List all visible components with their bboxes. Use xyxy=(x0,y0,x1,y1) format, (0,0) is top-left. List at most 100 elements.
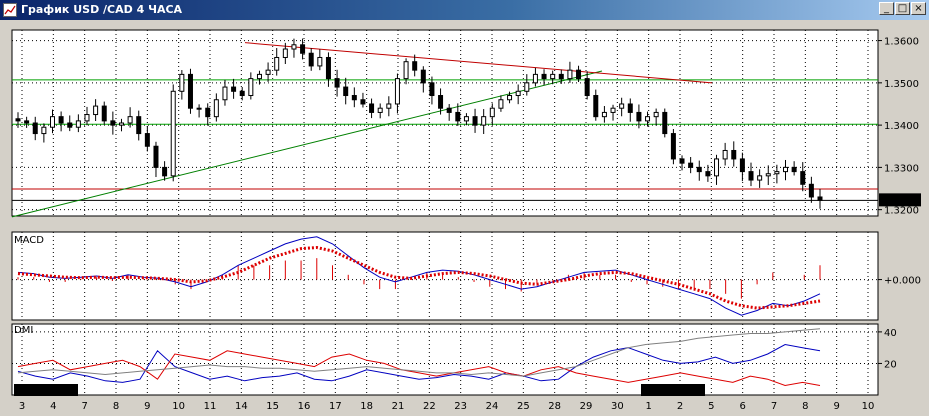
window-title-bar: График USD /CAD 4 ЧАСА _ □ × xyxy=(0,0,929,20)
y-axis-tick-label: 1.3500 xyxy=(884,79,919,90)
month-label: Дек 2016 xyxy=(645,386,694,397)
candle-body xyxy=(101,105,107,122)
candle-body xyxy=(248,78,254,97)
x-axis-tick-label: 2 xyxy=(677,401,683,412)
x-axis-tick-label: 24 xyxy=(486,401,499,412)
x-axis-tick-label: 25 xyxy=(517,401,530,412)
x-axis-tick-label: 22 xyxy=(423,401,436,412)
x-axis-tick-label: 7 xyxy=(81,401,87,412)
candle-body xyxy=(472,116,478,126)
candle-body xyxy=(739,158,745,173)
candle-body xyxy=(550,73,556,80)
x-axis-tick-label: 18 xyxy=(360,401,373,412)
candle-body xyxy=(118,122,124,126)
candle-body xyxy=(67,122,73,128)
candle-body xyxy=(256,73,262,80)
candle-body xyxy=(317,56,323,67)
candle-body xyxy=(610,107,616,113)
x-axis-tick-label: 3 xyxy=(19,401,25,412)
candle-body xyxy=(714,158,720,177)
x-axis-tick-label: 4 xyxy=(50,401,56,412)
dmi-y-tick-label: 20 xyxy=(884,359,897,370)
candle-body xyxy=(343,86,349,97)
candle-body xyxy=(325,56,331,80)
candle-body xyxy=(567,69,573,80)
candle-body xyxy=(757,175,763,181)
candle-body xyxy=(670,133,676,160)
y-axis-tick-label: 1.3600 xyxy=(884,37,919,48)
candle-body xyxy=(705,171,711,177)
macd-zero-label: +0.000 xyxy=(884,276,921,287)
candle-body xyxy=(541,73,547,80)
candle-body xyxy=(265,69,271,75)
candle-body xyxy=(93,105,99,116)
candle-body xyxy=(394,78,400,105)
candle-body xyxy=(58,116,64,124)
candle-body xyxy=(351,95,357,101)
candle-body xyxy=(144,133,150,147)
x-axis-tick-label: 16 xyxy=(298,401,311,412)
x-axis-tick-label: 8 xyxy=(802,401,808,412)
x-axis-tick-label: 5 xyxy=(708,401,714,412)
candle-body xyxy=(808,183,814,198)
candle-body xyxy=(662,111,668,135)
candle-body xyxy=(308,52,314,67)
candle-body xyxy=(127,116,133,124)
candle-body xyxy=(800,171,806,185)
x-axis-tick-label: 6 xyxy=(739,401,745,412)
candle-body xyxy=(696,166,702,173)
candle-body xyxy=(774,171,780,175)
candle-body xyxy=(231,86,237,92)
chart-window-icon xyxy=(3,3,17,17)
candle-body xyxy=(205,107,211,118)
candle-body xyxy=(222,86,228,101)
candle-body xyxy=(369,103,375,113)
candle-body xyxy=(24,120,30,124)
x-axis-tick-label: 17 xyxy=(329,401,342,412)
candle-body xyxy=(386,103,392,109)
candle-body xyxy=(334,78,340,88)
x-axis-tick-label: 1 xyxy=(645,401,651,412)
candle-body xyxy=(412,61,418,71)
candle-body xyxy=(213,99,219,118)
candle-body xyxy=(162,166,168,177)
candle-body xyxy=(455,111,461,122)
minimize-button[interactable]: _ xyxy=(879,2,894,15)
candle-body xyxy=(136,116,142,135)
close-button[interactable]: × xyxy=(911,2,926,15)
x-axis-tick-label: 9 xyxy=(144,401,150,412)
candle-body xyxy=(731,149,737,160)
candle-body xyxy=(84,114,90,122)
candle-body xyxy=(429,82,435,97)
candle-body xyxy=(300,44,306,54)
candle-body xyxy=(515,90,521,97)
candle-body xyxy=(653,111,659,118)
candle-body xyxy=(420,69,426,84)
candle-body xyxy=(41,126,47,135)
candle-body xyxy=(153,145,159,168)
candle-body xyxy=(170,90,176,177)
candle-body xyxy=(463,116,469,122)
candle-body xyxy=(748,171,754,181)
x-axis-tick-label: 9 xyxy=(833,401,839,412)
candle-body xyxy=(179,73,185,92)
x-axis-tick-label: 14 xyxy=(235,401,248,412)
candle-body xyxy=(377,107,383,113)
dmi-panel xyxy=(11,323,879,396)
price-panel xyxy=(11,29,879,217)
y-axis-tick-label: 1.3300 xyxy=(884,163,919,174)
candle-body xyxy=(239,90,245,97)
chart-svg: 3 4 7 8 9 10 11 14 15 16 17 18 21 22 23 24 25 28 29 30 1 2 5 6 7… xyxy=(11,29,921,412)
candle-body xyxy=(791,166,797,173)
x-axis-tick-label: 23 xyxy=(454,401,467,412)
maximize-button[interactable]: □ xyxy=(895,2,910,15)
x-axis-tick-label: 8 xyxy=(113,401,119,412)
candle-body xyxy=(15,118,21,122)
candle-body xyxy=(498,99,504,109)
x-axis-tick-label: 7 xyxy=(771,401,777,412)
candle-body xyxy=(196,107,202,110)
candle-body xyxy=(783,166,789,173)
dmi-y-tick-label: 40 xyxy=(884,328,897,339)
window-title: График USD /CAD 4 ЧАСА xyxy=(21,3,183,16)
candle-body xyxy=(438,95,444,109)
